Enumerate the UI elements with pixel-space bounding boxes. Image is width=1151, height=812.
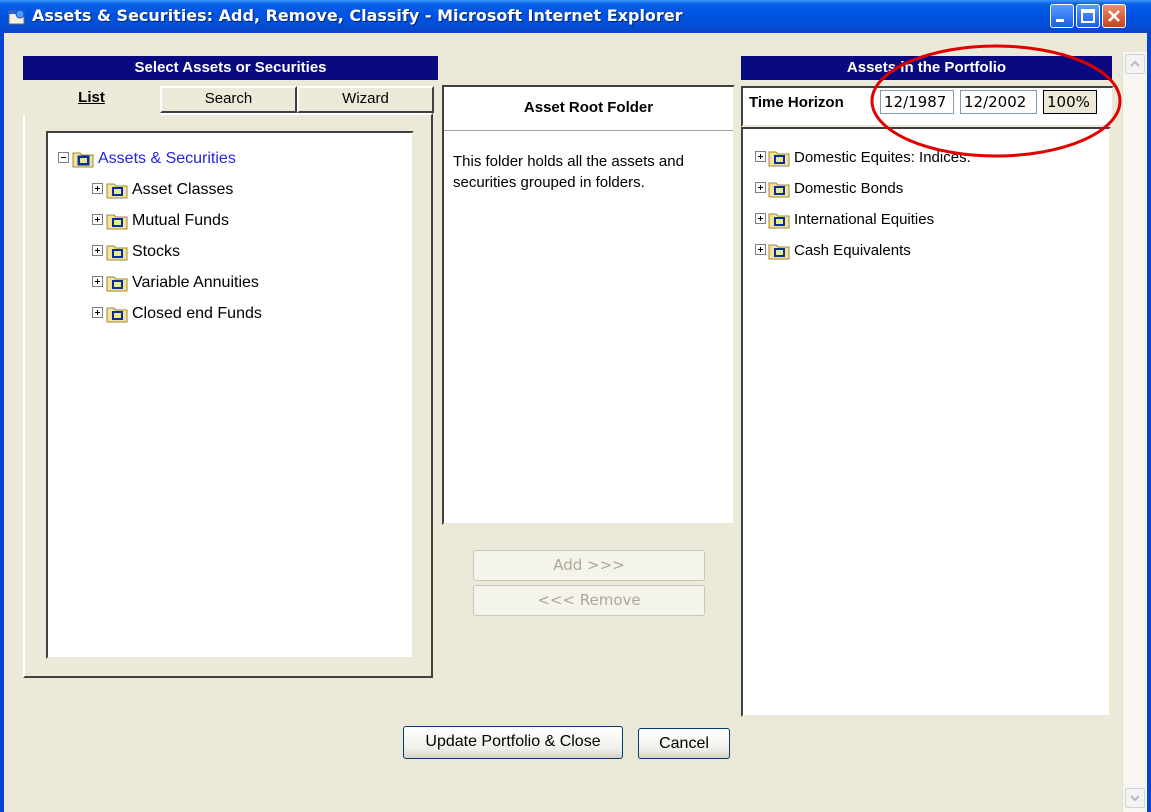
- tree-item-label: Mutual Funds: [132, 212, 229, 229]
- close-button[interactable]: [1102, 4, 1126, 28]
- chevron-up-icon: [1130, 60, 1140, 67]
- remove-button[interactable]: <<< Remove: [473, 585, 705, 616]
- portfolio-item[interactable]: Domestic Equites: Indices.: [743, 147, 1103, 173]
- end-date-field[interactable]: 12/2002: [960, 90, 1037, 114]
- tree-item[interactable]: Mutual Funds: [48, 210, 408, 236]
- tab-search-label: Search: [204, 90, 253, 107]
- folder-icon: [768, 244, 790, 260]
- update-portfolio-close-button[interactable]: Update Portfolio & Close: [403, 726, 623, 759]
- plus-box-icon[interactable]: [755, 244, 766, 255]
- add-button[interactable]: Add >>>: [473, 550, 705, 581]
- maximize-icon: [1081, 9, 1095, 23]
- left-panel-header: Select Assets or Securities: [23, 56, 438, 80]
- asset-tree[interactable]: Assets & Securities Asset Classes Mutual…: [46, 131, 414, 659]
- tree-item-label: Closed end Funds: [132, 305, 262, 322]
- folder-icon: [768, 182, 790, 198]
- tree-item-label: Stocks: [132, 243, 181, 260]
- plus-box-icon[interactable]: [92, 307, 103, 318]
- portfolio-item-label: International Equities: [794, 211, 935, 228]
- tree-item[interactable]: Closed end Funds: [48, 303, 408, 329]
- vertical-scrollbar[interactable]: [1122, 52, 1147, 812]
- scroll-up-button[interactable]: [1125, 54, 1145, 74]
- folder-icon: [768, 151, 790, 167]
- minimize-icon: [1056, 19, 1064, 22]
- folder-icon: [106, 245, 128, 261]
- tab-search[interactable]: Search: [160, 86, 297, 113]
- plus-box-icon[interactable]: [92, 214, 103, 225]
- portfolio-item-label: Cash Equivalents: [794, 242, 911, 259]
- folder-icon: [768, 213, 790, 229]
- minus-box-icon[interactable]: [58, 152, 69, 163]
- title-bar[interactable]: Assets & Securities: Add, Remove, Classi…: [0, 0, 1151, 33]
- maximize-button[interactable]: [1076, 4, 1100, 28]
- tree-item[interactable]: Variable Annuities: [48, 272, 408, 298]
- tree-item[interactable]: Stocks: [48, 241, 408, 267]
- portfolio-item[interactable]: International Equities: [743, 209, 1103, 235]
- info-panel-description: This folder holds all the assets and sec…: [453, 153, 684, 191]
- info-panel: Asset Root Folder This folder holds all …: [442, 85, 735, 525]
- ie-window-icon: [8, 9, 25, 25]
- folder-icon: [72, 152, 94, 168]
- plus-box-icon[interactable]: [755, 213, 766, 224]
- scroll-down-button[interactable]: [1125, 788, 1145, 808]
- folder-icon: [106, 214, 128, 230]
- tree-root-row[interactable]: Assets & Securities: [48, 148, 408, 174]
- folder-icon: [106, 307, 128, 323]
- tab-wizard-label: Wizard: [342, 90, 389, 107]
- portfolio-item[interactable]: Domestic Bonds: [743, 178, 1103, 204]
- cancel-button[interactable]: Cancel: [638, 728, 730, 759]
- info-panel-title: Asset Root Folder: [444, 87, 733, 131]
- tab-list[interactable]: List: [23, 86, 160, 115]
- folder-icon: [106, 276, 128, 292]
- tree-root-label: Assets & Securities: [98, 150, 236, 167]
- window-title: Assets & Securities: Add, Remove, Classi…: [32, 6, 683, 25]
- plus-box-icon[interactable]: [92, 183, 103, 194]
- percent-field[interactable]: 100%: [1043, 90, 1097, 114]
- folder-icon: [106, 183, 128, 199]
- plus-box-icon[interactable]: [755, 182, 766, 193]
- time-horizon-label: Time Horizon: [749, 94, 844, 111]
- minimize-button[interactable]: [1050, 4, 1074, 28]
- start-date-field[interactable]: 12/1987: [880, 90, 954, 114]
- plus-box-icon[interactable]: [92, 276, 103, 287]
- close-icon: [1108, 10, 1120, 22]
- tab-wizard[interactable]: Wizard: [297, 86, 434, 113]
- plus-box-icon[interactable]: [92, 245, 103, 256]
- portfolio-item-label: Domestic Equites: Indices.: [794, 149, 971, 166]
- window-frame-right: [1147, 33, 1151, 812]
- tree-item-label: Variable Annuities: [132, 274, 259, 291]
- tab-list-label: List: [78, 89, 105, 106]
- tree-item-label: Asset Classes: [132, 181, 234, 198]
- plus-box-icon[interactable]: [755, 151, 766, 162]
- portfolio-item-label: Domestic Bonds: [794, 180, 904, 197]
- portfolio-tree[interactable]: Domestic Equites: Indices. Domestic Bond…: [741, 127, 1111, 717]
- tree-item[interactable]: Asset Classes: [48, 179, 408, 205]
- portfolio-item[interactable]: Cash Equivalents: [743, 240, 1103, 266]
- right-panel-header: Assets in the Portfolio: [741, 56, 1112, 80]
- chevron-down-icon: [1130, 795, 1140, 802]
